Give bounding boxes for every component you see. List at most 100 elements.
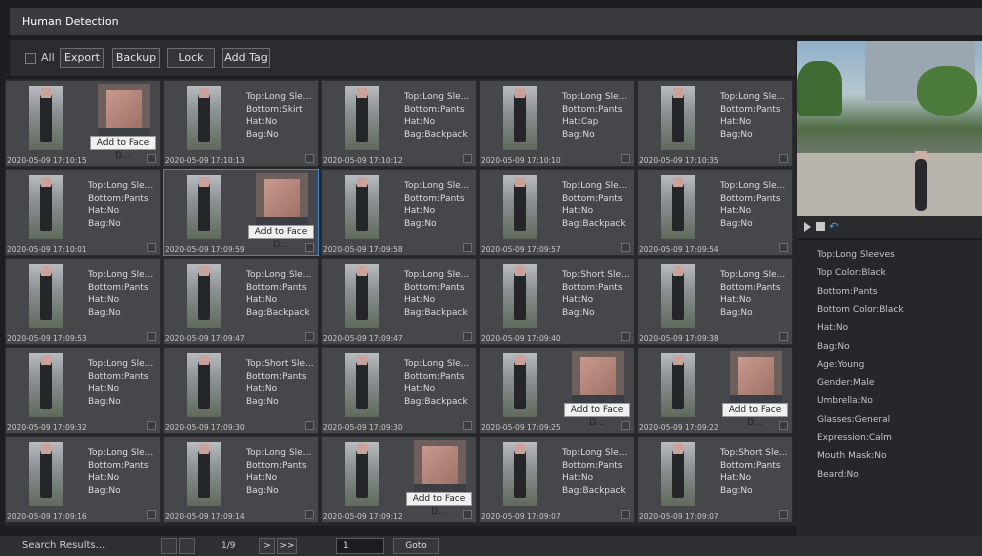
- face-image: [422, 446, 458, 486]
- card-checkbox[interactable]: [305, 154, 314, 163]
- attribute-line: Hat:No: [88, 206, 120, 216]
- result-card[interactable]: Top:Long Sle... Bottom:Pants Hat:No Bag:No 2…: [163, 436, 319, 523]
- card-checkbox[interactable]: [147, 421, 156, 430]
- card-checkbox[interactable]: [779, 421, 788, 430]
- attribute-list: Top:Long Sle... Bottom:Pants Hat:No Bag:No: [720, 180, 792, 230]
- card-checkbox[interactable]: [305, 243, 314, 252]
- result-card[interactable]: Top:Long Sle... Bottom:Pants Hat:No Bag:Bac…: [321, 258, 477, 345]
- card-checkbox[interactable]: [621, 154, 630, 163]
- person-head: [199, 177, 209, 187]
- card-checkbox[interactable]: [463, 154, 472, 163]
- timestamp: 2020-05-09 17:09:14: [165, 512, 245, 521]
- export-button[interactable]: Export: [60, 48, 104, 68]
- result-card[interactable]: Top:Long Sle... Bottom:Pants Hat:No Bag:No 2…: [5, 169, 161, 256]
- page-number-input[interactable]: 1: [336, 538, 384, 554]
- card-checkbox[interactable]: [621, 332, 630, 341]
- result-card[interactable]: Add to Face D... 2020-05-09 17:09:12: [321, 436, 477, 523]
- card-checkbox[interactable]: [779, 154, 788, 163]
- detail-attribute: Top:Long Sleeves: [817, 250, 895, 260]
- result-card[interactable]: Top:Long Sle... Bottom:Pants Hat:No Bag:Bac…: [479, 436, 635, 523]
- result-card[interactable]: Top:Long Sle... Bottom:Pants Hat:No Bag:Bac…: [321, 347, 477, 434]
- result-card[interactable]: Top:Long Sle... Bottom:Pants Hat:No Bag:No 2…: [321, 169, 477, 256]
- result-card[interactable]: Add to Face D... 2020-05-09 17:09:22: [637, 347, 793, 434]
- add-to-face-db-button[interactable]: Add to Face D...: [722, 403, 788, 428]
- human-detection-window: Human Detection All Export Backup Lock A…: [0, 0, 982, 556]
- person-thumbnail: [345, 175, 379, 239]
- card-checkbox[interactable]: [305, 332, 314, 341]
- add-to-face-db-button[interactable]: Add to Face D...: [406, 492, 472, 517]
- result-card[interactable]: Top:Short Sle... Bottom:Pants Hat:No Bag:No…: [163, 347, 319, 434]
- result-card[interactable]: Top:Long Sle... Bottom:Skirt Hat:No Bag:No 2…: [163, 80, 319, 167]
- attribute-line: Hat:No: [720, 117, 752, 127]
- attribute-line: Bag:Backpack: [562, 485, 626, 496]
- person-head: [41, 177, 51, 187]
- result-card[interactable]: Add to Face D... 2020-05-09 17:10:15: [5, 80, 161, 167]
- attribute-line: Hat:No: [88, 384, 120, 394]
- add-to-face-db-button[interactable]: Add to Face D...: [248, 225, 314, 250]
- result-card[interactable]: Top:Long Sle... Bottom:Pants Hat:No Bag:No 2…: [5, 258, 161, 345]
- card-checkbox[interactable]: [779, 332, 788, 341]
- card-checkbox[interactable]: [463, 243, 472, 252]
- result-card[interactable]: Top:Long Sle... Bottom:Pants Hat:No Bag:No 2…: [637, 258, 793, 345]
- attribute-list: Top:Long Sle... Bottom:Pants Hat:No Bag:No: [720, 91, 792, 141]
- result-card[interactable]: Top:Long Sle... Bottom:Pants Hat:No Bag:Bac…: [163, 258, 319, 345]
- detail-attribute: Age:Young: [817, 359, 865, 370]
- result-card[interactable]: Top:Short Sle... Bottom:Pants Hat:No Bag:No…: [637, 436, 793, 523]
- result-card[interactable]: Top:Long Sle... Bottom:Pants Hat:No Bag:Bac…: [321, 80, 477, 167]
- stop-icon[interactable]: [816, 222, 825, 231]
- card-checkbox[interactable]: [621, 243, 630, 252]
- add-to-face-db-button[interactable]: Add to Face D...: [564, 403, 630, 428]
- card-checkbox[interactable]: [779, 510, 788, 519]
- attribute-list: Top:Long Sle... Bottom:Pants Hat:No Bag:Bac…: [562, 447, 634, 497]
- result-card[interactable]: Top:Long Sle... Bottom:Pants Hat:No Bag:No 2…: [637, 80, 793, 167]
- person-body: [356, 359, 368, 409]
- timestamp: 2020-05-09 17:09:30: [323, 423, 403, 432]
- card-checkbox[interactable]: [305, 510, 314, 519]
- card-checkbox[interactable]: [147, 510, 156, 519]
- person-thumbnail: [345, 442, 379, 506]
- card-checkbox[interactable]: [779, 243, 788, 252]
- card-checkbox[interactable]: [621, 421, 630, 430]
- play-icon[interactable]: [804, 222, 811, 232]
- attribute-line: Top:Long Sle...: [246, 92, 312, 102]
- select-all-checkbox[interactable]: [25, 53, 36, 64]
- backup-button[interactable]: Backup: [112, 48, 160, 68]
- add-tag-button[interactable]: Add Tag: [222, 48, 270, 68]
- attribute-line: Top:Long Sle...: [88, 359, 154, 369]
- result-card[interactable]: Top:Long Sle... Bottom:Pants Hat:No Bag:No 2…: [5, 436, 161, 523]
- result-card[interactable]: Top:Long Sle... Bottom:Pants Hat:Cap Bag:No…: [479, 80, 635, 167]
- first-page-button[interactable]: [161, 538, 177, 554]
- card-checkbox[interactable]: [305, 421, 314, 430]
- result-card[interactable]: Top:Long Sle... Bottom:Pants Hat:No Bag:No 2…: [637, 169, 793, 256]
- toolbar: All Export Backup Lock Add Tag: [10, 40, 796, 76]
- person-thumbnail: [661, 86, 695, 150]
- timestamp: 2020-05-09 17:09:22: [639, 423, 719, 432]
- result-card[interactable]: Add to Face D... 2020-05-09 17:09:25: [479, 347, 635, 434]
- card-checkbox[interactable]: [463, 421, 472, 430]
- person-body: [198, 448, 210, 498]
- result-card[interactable]: Top:Long Sle... Bottom:Pants Hat:No Bag:Bac…: [479, 169, 635, 256]
- result-card[interactable]: Add to Face D... 2020-05-09 17:09:59: [163, 169, 319, 256]
- goto-button[interactable]: Goto: [393, 538, 439, 554]
- video-preview[interactable]: [797, 41, 982, 216]
- detail-attribute: Bottom:Pants: [817, 286, 878, 297]
- card-checkbox[interactable]: [463, 510, 472, 519]
- lock-button[interactable]: Lock: [167, 48, 215, 68]
- attribute-line: Bag:No: [246, 485, 279, 496]
- attribute-list: Top:Long Sle... Bottom:Pants Hat:No Bag:No: [88, 447, 160, 497]
- result-card[interactable]: Top:Short Sle... Bottom:Pants Hat:No Bag:No…: [479, 258, 635, 345]
- card-checkbox[interactable]: [621, 510, 630, 519]
- card-checkbox[interactable]: [463, 332, 472, 341]
- timestamp: 2020-05-09 17:10:01: [7, 245, 87, 254]
- add-to-face-db-button[interactable]: Add to Face D...: [90, 136, 156, 161]
- attribute-line: Bag:No: [88, 485, 121, 496]
- face-image: [738, 357, 774, 397]
- card-checkbox[interactable]: [147, 243, 156, 252]
- next-page-button[interactable]: >: [259, 538, 275, 554]
- result-card[interactable]: Top:Long Sle... Bottom:Pants Hat:No Bag:No 2…: [5, 347, 161, 434]
- last-page-button[interactable]: >>: [277, 538, 297, 554]
- card-checkbox[interactable]: [147, 154, 156, 163]
- rewind-icon[interactable]: ↶: [829, 220, 838, 233]
- card-checkbox[interactable]: [147, 332, 156, 341]
- prev-page-button[interactable]: [179, 538, 195, 554]
